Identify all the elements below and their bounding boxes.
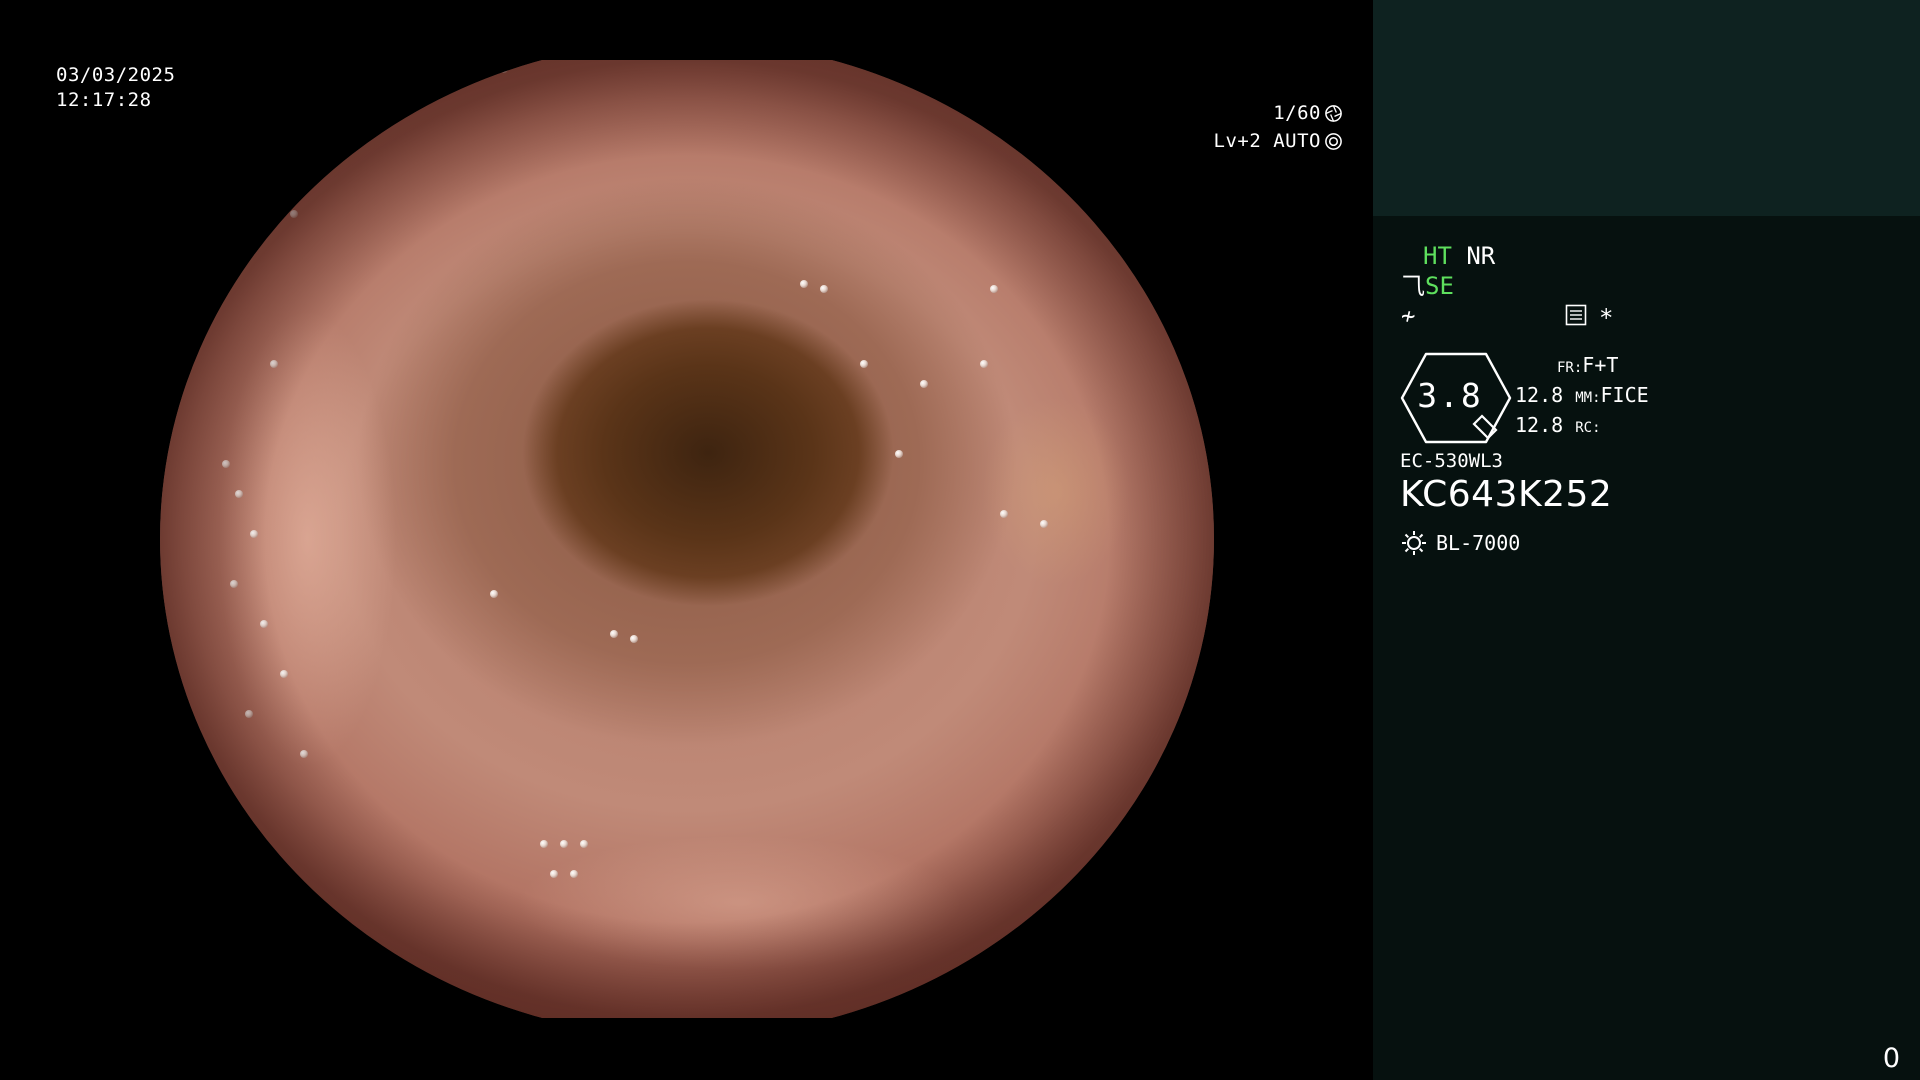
- brightness-level: Lv+2 AUTO: [1213, 130, 1321, 152]
- nr-mode: NR: [1466, 242, 1496, 270]
- zoom-indicator: 3.8: [1400, 352, 1512, 444]
- shutter-speed: 1/60: [1273, 102, 1321, 124]
- se-row: ⺄SE: [1401, 272, 1454, 300]
- endoscope-image-area: 03/03/2025 12:17:28 1/60 Lv+2 AUTO: [0, 0, 1373, 1080]
- zoom-value: 3.8: [1417, 376, 1483, 415]
- info-panel: HT NR ⺄SE ≁ * 3.8 FR:F+T 12.8 MM:FICE 12…: [1373, 0, 1920, 1080]
- scope-model: EC-530WL3: [1400, 450, 1503, 472]
- endoscopic-view: [160, 60, 1214, 1018]
- light-source: BL-7000: [1436, 531, 1521, 555]
- fr-left-value-2: 12.8: [1515, 413, 1564, 437]
- fr-value: F+T: [1582, 353, 1619, 377]
- image-mode-row: HT NR: [1423, 242, 1495, 270]
- lamp-icon: [1402, 531, 1426, 555]
- info-panel-header: [1373, 0, 1920, 216]
- filter-icon: ≁: [1401, 302, 1416, 330]
- ht-mode: HT: [1423, 242, 1452, 270]
- frame-settings: FR:F+T 12.8 MM:FICE 12.8 RC:: [1515, 352, 1649, 442]
- scope-serial: KC643K252: [1400, 474, 1613, 515]
- shutter-icon: [1325, 104, 1342, 122]
- rc-label: RC:: [1575, 420, 1601, 436]
- mm-value: FICE: [1600, 383, 1649, 407]
- enhance-icon: ⺄: [1401, 272, 1425, 300]
- menu-icon: [1565, 304, 1587, 332]
- exposure-overlay: 1/60 Lv+2 AUTO: [1214, 99, 1343, 155]
- image-counter: 0: [1882, 1043, 1900, 1074]
- capture-date: 03/03/2025: [56, 64, 176, 86]
- info-panel-body: HT NR ⺄SE ≁ * 3.8 FR:F+T 12.8 MM:FICE 12…: [1373, 216, 1920, 1080]
- se-mode: SE: [1425, 272, 1454, 300]
- mm-label: MM:: [1575, 390, 1601, 406]
- asterisk-indicator: *: [1599, 304, 1614, 332]
- fr-label: FR:: [1557, 360, 1583, 376]
- light-source-row: BL-7000: [1400, 529, 1520, 557]
- datetime-overlay: 03/03/2025 12:17:28: [56, 63, 175, 113]
- iris-icon: [1325, 132, 1342, 150]
- fr-left-value-1: 12.8: [1515, 383, 1564, 407]
- capture-time: 12:17:28: [56, 89, 152, 111]
